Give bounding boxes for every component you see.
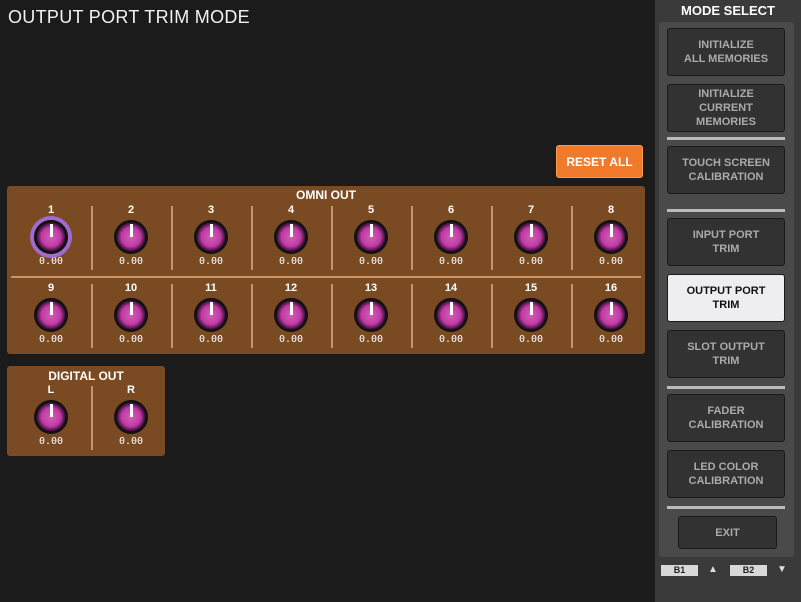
trim-value: 0.00	[278, 256, 304, 267]
input-port-trim-button[interactable]: INPUT PORT TRIM	[667, 218, 785, 266]
channel-label: 11	[205, 282, 217, 294]
trim-value: 0.00	[198, 256, 224, 267]
channel-strip: 11 0.00	[171, 280, 251, 352]
trim-value: 0.00	[118, 256, 144, 267]
trim-knob[interactable]	[594, 298, 628, 332]
trim-knob[interactable]	[354, 298, 388, 332]
touch-screen-calibration-button[interactable]: TOUCH SCREEN CALIBRATION	[667, 146, 785, 194]
channel-label: 13	[364, 282, 378, 294]
channel-label: 1	[47, 204, 55, 216]
channel-label: 4	[287, 204, 295, 216]
channel-label: 12	[284, 282, 298, 294]
trim-value: 0.00	[38, 256, 64, 267]
omni-out-title: OMNI OUT	[296, 188, 356, 202]
trim-value: 0.00	[358, 334, 384, 345]
initialize-all-memories-button[interactable]: INITIALIZE ALL MEMORIES	[667, 28, 785, 76]
channel-label: 9	[47, 282, 55, 294]
trim-knob[interactable]	[354, 220, 388, 254]
exit-button[interactable]: EXIT	[678, 516, 777, 549]
channel-label: 15	[524, 282, 538, 294]
channel-strip: 15 0.00	[491, 280, 571, 352]
trim-knob[interactable]	[274, 220, 308, 254]
trim-knob[interactable]	[194, 220, 228, 254]
output-port-trim-button[interactable]: OUTPUT PORT TRIM	[667, 274, 785, 322]
trim-value: 0.00	[358, 256, 384, 267]
trim-value: 0.00	[278, 334, 304, 345]
channel-label: 7	[527, 204, 535, 216]
channel-label: 8	[607, 204, 615, 216]
trim-value: 0.00	[118, 436, 144, 447]
digital-out-panel: DIGITAL OUT L 0.00 R 0.00	[7, 366, 165, 456]
trim-value: 0.00	[518, 256, 544, 267]
trim-knob[interactable]	[194, 298, 228, 332]
channel-strip: 5 0.00	[331, 202, 411, 274]
trim-knob[interactable]	[114, 220, 148, 254]
channel-label: R	[127, 384, 135, 396]
channel-strip: 12 0.00	[251, 280, 331, 352]
channel-label: 6	[447, 204, 455, 216]
channel-strip: 10 0.00	[91, 280, 171, 352]
channel-strip: 4 0.00	[251, 202, 331, 274]
channel-label: 16	[604, 282, 618, 294]
channel-strip: 9 0.00	[11, 280, 91, 352]
channel-strip: 3 0.00	[171, 202, 251, 274]
mode-select-sidebar: MODE SELECT EXIT INITIALIZE ALL MEMORIES…	[655, 0, 801, 602]
trim-value: 0.00	[438, 334, 464, 345]
channel-label: 14	[444, 282, 458, 294]
omni-out-panel: OMNI OUT 1 0.00 2 0.00 3 0.00 4 0.00 5 0.00 6 0.00 7…	[7, 186, 645, 354]
trim-knob[interactable]	[114, 298, 148, 332]
bank-b2[interactable]: B2	[730, 565, 767, 576]
trim-value: 0.00	[438, 256, 464, 267]
channel-strip: 1 0.00	[11, 202, 91, 274]
channel-strip: 8 0.00	[571, 202, 651, 274]
reset-all-button[interactable]: RESET ALL	[556, 145, 643, 178]
section-divider	[667, 137, 785, 140]
trim-knob[interactable]	[594, 220, 628, 254]
channel-label: 5	[367, 204, 375, 216]
trim-value: 0.00	[598, 334, 624, 345]
section-divider	[667, 386, 785, 389]
trim-knob[interactable]	[434, 298, 468, 332]
trim-value: 0.00	[198, 334, 224, 345]
trim-knob[interactable]	[34, 298, 68, 332]
section-divider	[667, 209, 785, 212]
channel-strip: 14 0.00	[411, 280, 491, 352]
trim-knob[interactable]	[274, 298, 308, 332]
down-arrow-icon[interactable]: ▼	[777, 564, 787, 575]
slot-output-trim-button[interactable]: SLOT OUTPUT TRIM	[667, 330, 785, 378]
channel-strip: 6 0.00	[411, 202, 491, 274]
bank-b1[interactable]: B1	[661, 565, 698, 576]
digital-out-title: DIGITAL OUT	[48, 369, 124, 383]
channel-label: 3	[207, 204, 215, 216]
trim-knob[interactable]	[434, 220, 468, 254]
trim-knob[interactable]	[34, 400, 68, 434]
mode-select-title: MODE SELECT	[681, 3, 775, 18]
row-divider	[11, 276, 641, 278]
section-divider	[667, 506, 785, 509]
trim-value: 0.00	[518, 334, 544, 345]
channel-strip: L 0.00	[11, 382, 91, 454]
page-title: OUTPUT PORT TRIM MODE	[8, 7, 250, 27]
channel-strip: 16 0.00	[571, 280, 651, 352]
trim-knob[interactable]	[34, 220, 68, 254]
trim-knob[interactable]	[514, 220, 548, 254]
trim-value: 0.00	[38, 334, 64, 345]
up-arrow-icon[interactable]: ▲	[708, 564, 718, 575]
fader-calibration-button[interactable]: FADER CALIBRATION	[667, 394, 785, 442]
channel-strip: 2 0.00	[91, 202, 171, 274]
channel-label: 10	[124, 282, 138, 294]
channel-label: 2	[127, 204, 135, 216]
trim-value: 0.00	[38, 436, 64, 447]
initialize-current-memories-button[interactable]: INITIALIZE CURRENT MEMORIES	[667, 84, 785, 132]
channel-label: L	[47, 384, 55, 396]
trim-knob[interactable]	[114, 400, 148, 434]
channel-strip: 13 0.00	[331, 280, 411, 352]
channel-strip: R 0.00	[91, 382, 171, 454]
led-color-calibration-button[interactable]: LED COLOR CALIBRATION	[667, 450, 785, 498]
trim-value: 0.00	[598, 256, 624, 267]
trim-knob[interactable]	[514, 298, 548, 332]
trim-value: 0.00	[118, 334, 144, 345]
channel-strip: 7 0.00	[491, 202, 571, 274]
